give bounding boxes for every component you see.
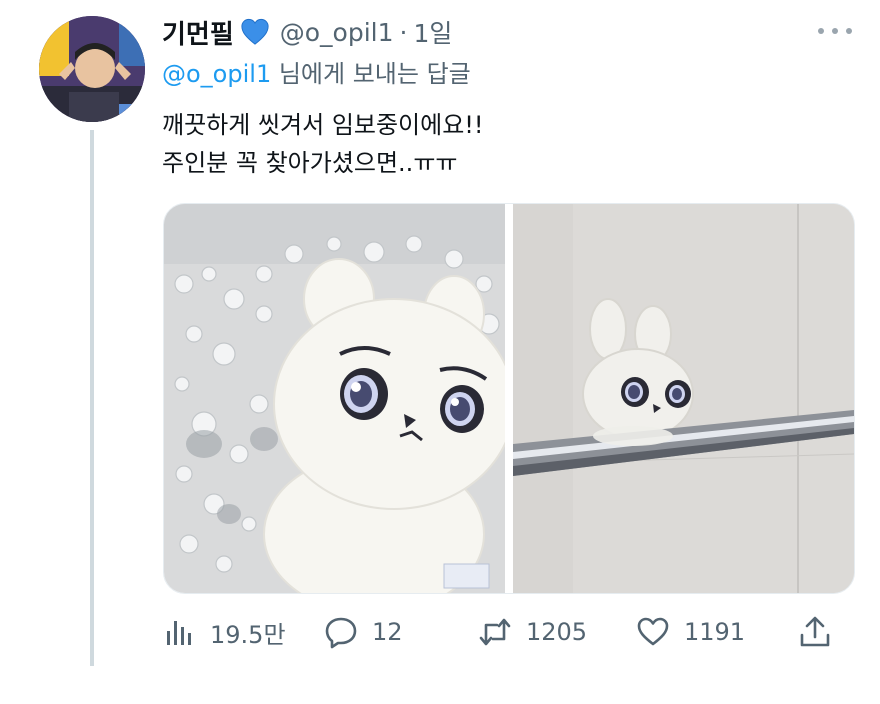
separator-dot: · xyxy=(399,17,408,47)
replies-count: 12 xyxy=(372,618,403,646)
views-button[interactable]: 19.5만 xyxy=(162,610,286,654)
reply-button[interactable]: 12 xyxy=(324,610,403,654)
avatar-photo xyxy=(39,16,145,122)
tweet-text-line: 깨끗하게 씻겨서 임보중이에요!! xyxy=(162,111,484,139)
plush-in-bubble-bath-photo[interactable] xyxy=(164,204,505,593)
retweets-count: 1205 xyxy=(526,618,588,646)
likes-count: 1191 xyxy=(684,618,746,646)
display-name[interactable]: 기먼필 xyxy=(162,14,234,51)
handle[interactable]: @o_opil1 xyxy=(280,18,394,47)
blue-heart-emoji-icon xyxy=(241,18,269,45)
tweet-header: 기먼필 @o_opil1 · 1일 xyxy=(162,12,452,52)
avatar[interactable] xyxy=(39,16,145,122)
like-button[interactable]: 1191 xyxy=(636,610,745,654)
reply-mention-link[interactable]: @o_opil1 xyxy=(162,60,271,88)
timestamp[interactable]: 1일 xyxy=(413,14,452,50)
heart-icon xyxy=(637,617,669,646)
bar-chart-icon xyxy=(167,621,191,645)
media-grid xyxy=(163,203,855,594)
reply-context: @o_opil1 님에게 보내는 답글 xyxy=(162,54,471,89)
reply-bubble-icon xyxy=(325,617,357,649)
tweet-text: 깨끗하게 씻겨서 임보중이에요!! 주인분 꼭 찾아가셨으면..ㅠㅠ xyxy=(162,106,484,182)
plush-on-towel-rail-photo[interactable] xyxy=(513,204,854,593)
retweet-icon xyxy=(479,618,511,646)
views-count: 19.5만 xyxy=(210,620,286,649)
reply-context-suffix: 님에게 보내는 답글 xyxy=(271,60,471,88)
more-options-icon[interactable] xyxy=(818,16,852,46)
retweet-button[interactable]: 1205 xyxy=(478,610,587,654)
thread-line xyxy=(90,130,94,666)
share-upload-icon xyxy=(800,616,830,647)
share-button[interactable] xyxy=(798,610,832,654)
action-bar: 19.5만 12 1205 1191 xyxy=(162,610,842,654)
tweet-text-line: 주인분 꼭 찾아가셨으면..ㅠㅠ xyxy=(162,149,458,177)
